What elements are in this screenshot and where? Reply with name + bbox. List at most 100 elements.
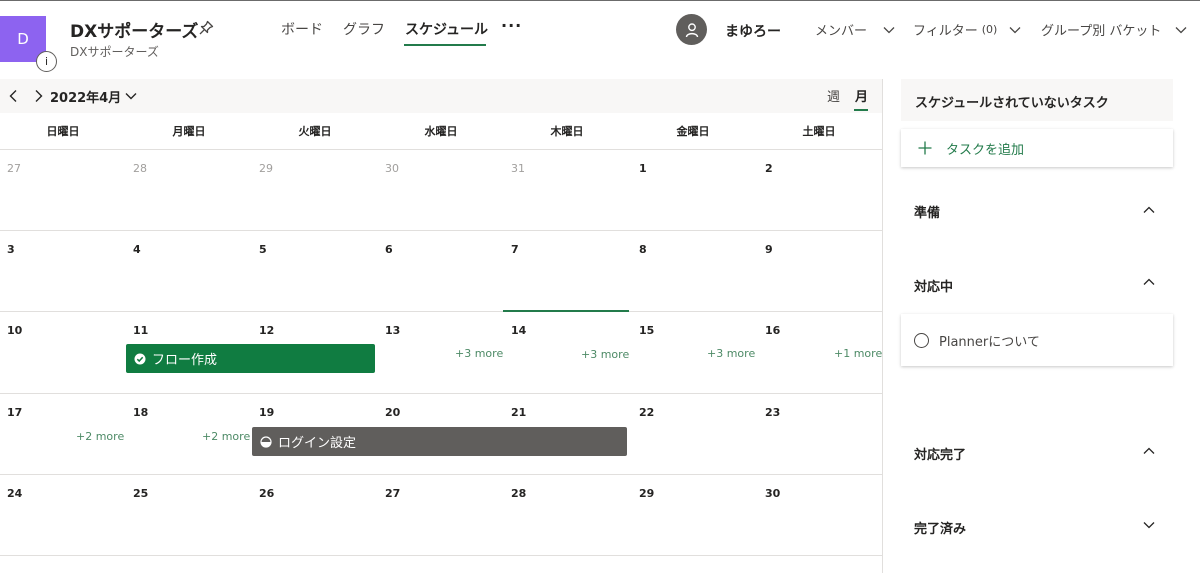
day-number[interactable]: 28 [133, 162, 147, 175]
active-tab-indicator [404, 44, 486, 46]
plan-title: DXサポーターズ [70, 22, 199, 42]
weekday-saturday: 土曜日 [802, 125, 836, 138]
day-number[interactable]: 1 [639, 162, 647, 175]
user-avatar[interactable] [676, 14, 707, 45]
day-number[interactable]: 20 [385, 406, 400, 419]
day-number[interactable]: 30 [765, 487, 780, 500]
pane-divider [882, 79, 883, 573]
add-task-button[interactable]: タスクを追加 [901, 129, 1173, 167]
task-card[interactable]: Plannerについて [901, 314, 1173, 366]
person-icon [685, 22, 698, 37]
check-circle-icon [134, 353, 146, 364]
more-link[interactable]: +1 more [834, 347, 882, 360]
grid-line [0, 311, 882, 312]
chevron-up-icon[interactable] [1142, 444, 1156, 458]
info-icon[interactable]: i [36, 51, 57, 72]
day-number[interactable]: 24 [7, 487, 22, 500]
task-bar-label: ログイン設定 [278, 436, 357, 451]
day-number[interactable]: 13 [385, 324, 400, 337]
month-label[interactable]: 2022年4月 [50, 87, 121, 106]
day-number[interactable]: 4 [133, 243, 141, 256]
task-card-label: Plannerについて [939, 334, 1040, 350]
top-border [0, 0, 1200, 1]
chevron-down-icon [1009, 26, 1021, 33]
more-tabs-button[interactable]: ··· [501, 16, 522, 35]
plan-avatar-letter: D [17, 30, 29, 48]
day-number[interactable]: 17 [7, 406, 22, 419]
day-number[interactable]: 22 [639, 406, 654, 419]
day-number[interactable]: 3 [7, 243, 15, 256]
day-number[interactable]: 14 [511, 324, 526, 337]
bucket-title: 対応完了 [914, 448, 967, 463]
weekday-sunday: 日曜日 [46, 125, 80, 138]
grid-line [0, 149, 882, 150]
day-number[interactable]: 21 [511, 406, 526, 419]
day-number[interactable]: 18 [133, 406, 148, 419]
info-glyph: i [44, 55, 49, 68]
day-number[interactable]: 6 [385, 243, 393, 256]
weekday-monday: 月曜日 [172, 125, 206, 138]
day-number[interactable]: 2 [765, 162, 773, 175]
grid-line [0, 393, 882, 394]
chevron-down-icon [883, 26, 895, 33]
day-number[interactable]: 7 [511, 243, 519, 256]
day-number[interactable]: 15 [639, 324, 654, 337]
group-by-button[interactable]: グループ別 バケット [1041, 20, 1187, 39]
unscheduled-header: スケジュールされていないタスク [901, 79, 1173, 121]
day-number[interactable]: 27 [385, 487, 400, 500]
chevron-up-icon[interactable] [1142, 275, 1156, 289]
weekday-tuesday: 火曜日 [298, 125, 332, 138]
task-bar-flow[interactable]: フロー作成 [126, 344, 375, 373]
day-number[interactable]: 31 [511, 162, 525, 175]
day-number[interactable]: 16 [765, 324, 780, 337]
task-bar-login[interactable]: ログイン設定 [252, 427, 627, 456]
more-link[interactable]: +3 more [581, 348, 629, 361]
chevron-up-icon[interactable] [1142, 203, 1156, 217]
day-number[interactable]: 28 [511, 487, 526, 500]
plus-icon [918, 141, 932, 155]
half-circle-icon [260, 435, 272, 448]
day-number[interactable]: 8 [639, 243, 647, 256]
more-link[interactable]: +3 more [455, 347, 503, 360]
day-number[interactable]: 19 [259, 406, 274, 419]
chevron-down-icon[interactable] [124, 89, 138, 103]
day-number[interactable]: 9 [765, 243, 773, 256]
day-number[interactable]: 12 [259, 324, 274, 337]
view-month-button[interactable]: 月 [855, 86, 868, 105]
filter-button[interactable]: フィルター (0) [913, 20, 1021, 39]
tab-schedule[interactable]: スケジュール [405, 19, 488, 39]
day-number[interactable]: 25 [133, 487, 148, 500]
day-number[interactable]: 10 [7, 324, 22, 337]
day-number[interactable]: 29 [259, 162, 273, 175]
members-button[interactable]: メンバー [815, 20, 895, 39]
day-number[interactable]: 26 [259, 487, 274, 500]
view-week-button[interactable]: 週 [827, 86, 840, 105]
today-indicator [503, 310, 629, 312]
day-number[interactable]: 5 [259, 243, 267, 256]
chevron-down-icon[interactable] [1142, 518, 1156, 532]
day-number[interactable]: 23 [765, 406, 780, 419]
more-link[interactable]: +2 more [202, 430, 250, 443]
group-by-label: グループ別 バケット [1041, 24, 1162, 39]
bucket-title: 完了済み [914, 522, 967, 537]
circle-icon[interactable] [914, 332, 929, 348]
day-number[interactable]: 29 [639, 487, 654, 500]
day-number[interactable]: 30 [385, 162, 399, 175]
filter-count: (0) [981, 23, 998, 36]
more-link[interactable]: +2 more [76, 430, 124, 443]
more-link[interactable]: +3 more [707, 347, 755, 360]
bucket-title: 対応中 [914, 280, 954, 295]
grid-line [0, 474, 882, 475]
day-number[interactable]: 27 [7, 162, 21, 175]
tab-charts[interactable]: グラフ [343, 19, 385, 39]
filter-label: フィルター [913, 24, 978, 39]
day-number[interactable]: 11 [133, 324, 148, 337]
planner-app: D i DXサポーターズ DXサポーターズ ボード グラフ スケジュール ···… [0, 0, 1200, 573]
task-bar-label: フロー作成 [152, 353, 218, 368]
chevron-right-icon[interactable] [30, 88, 46, 104]
pin-icon[interactable] [197, 19, 215, 37]
tab-board[interactable]: ボード [281, 19, 323, 39]
grid-line [0, 555, 882, 556]
chevron-left-icon[interactable] [6, 88, 22, 104]
user-name: まゆろー [725, 24, 781, 40]
